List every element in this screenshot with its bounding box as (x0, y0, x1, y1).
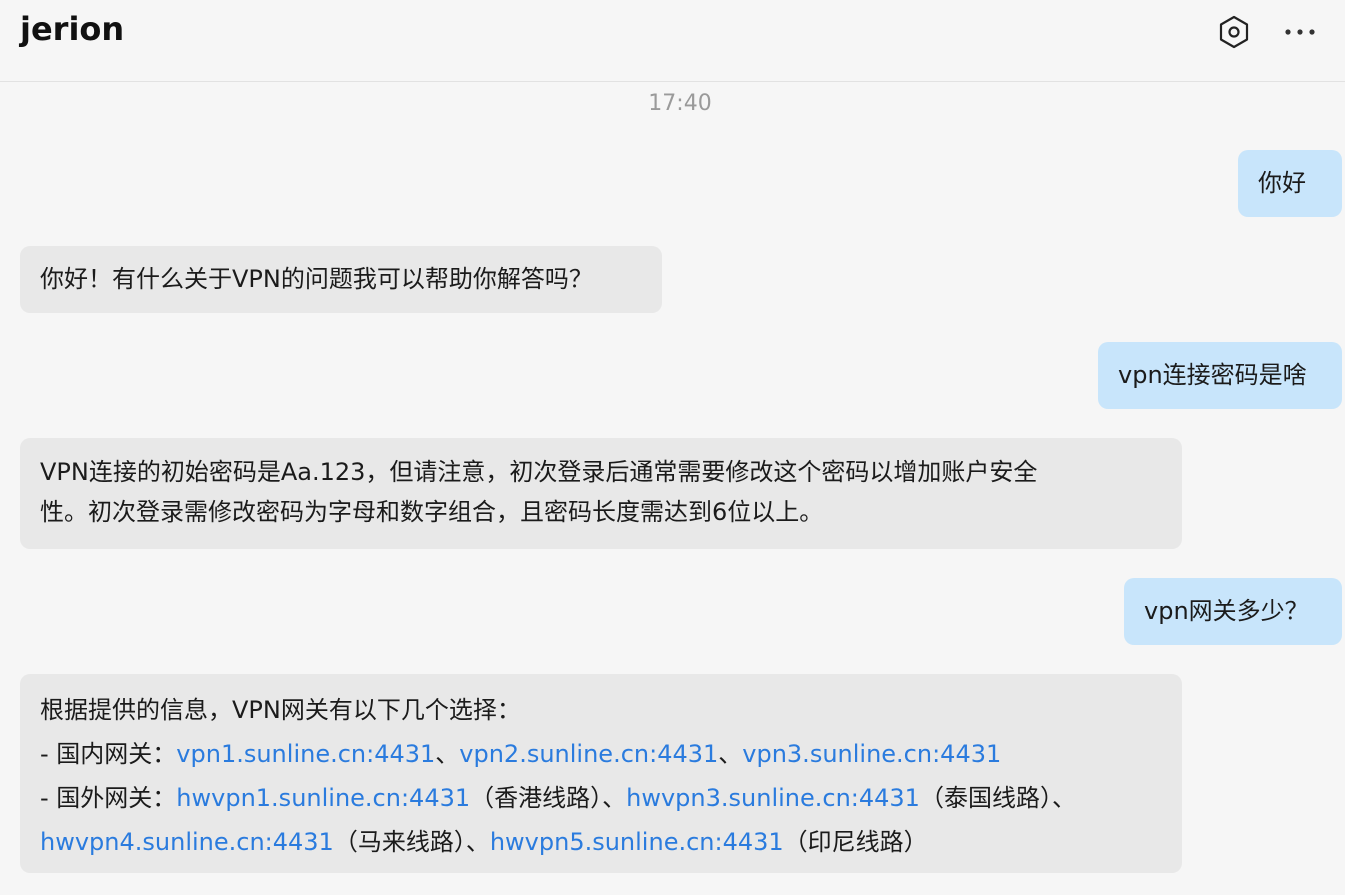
assistant-message-line: VPN连接的初始密码是Aa.123，但请注意，初次登录后通常需要修改这个密码以增… (40, 458, 1038, 486)
chat-title: jerion (20, 10, 125, 48)
gateway-link[interactable]: vpn1.sunline.cn:4431 (176, 740, 435, 768)
separator: 、 (602, 784, 627, 812)
settings-button[interactable] (1214, 12, 1254, 52)
separator: 、 (718, 740, 743, 768)
more-icon (1285, 29, 1315, 35)
separator: 、 (1051, 784, 1076, 812)
assistant-message-bubble: 根据提供的信息，VPN网关有以下几个选择： - 国内网关：vpn1.sunlin… (20, 674, 1182, 873)
user-message-text: 你好 (1258, 169, 1306, 197)
user-message-bubble: vpn网关多少？ (1124, 578, 1342, 645)
gateway-note: （马来线路） (333, 828, 466, 856)
gateway-link[interactable]: hwvpn4.sunline.cn:4431 (40, 828, 334, 856)
separator: 、 (435, 740, 460, 768)
more-options-button[interactable] (1280, 12, 1320, 52)
gateway-note: （印尼线路） (783, 828, 928, 856)
gateway-note: （香港线路） (470, 784, 603, 812)
separator: 、 (465, 828, 490, 856)
gateway-link[interactable]: hwvpn3.sunline.cn:4431 (626, 784, 920, 812)
overseas-gateway-label: - 国外网关： (40, 784, 177, 812)
chat-header: jerion (0, 0, 1345, 82)
assistant-message-line: 性。初次登录需修改密码为字母和数字组合，且密码长度需达到6位以上。 (40, 498, 824, 526)
overseas-gateway-line: - 国外网关：hwvpn1.sunline.cn:4431（香港线路）、hwvp… (40, 776, 1162, 820)
assistant-message-text: 你好！有什么关于VPN的问题我可以帮助你解答吗？ (40, 265, 593, 293)
user-message-text: vpn网关多少？ (1144, 597, 1309, 625)
gateway-link[interactable]: hwvpn5.sunline.cn:4431 (490, 828, 784, 856)
domestic-gateway-label: - 国内网关： (40, 740, 177, 768)
user-message-bubble: 你好 (1238, 150, 1342, 217)
assistant-message-bubble: VPN连接的初始密码是Aa.123，但请注意，初次登录后通常需要修改这个密码以增… (20, 438, 1182, 549)
user-message-text: vpn连接密码是啥 (1118, 361, 1307, 389)
overseas-gateway-line-2: hwvpn4.sunline.cn:4431（马来线路）、hwvpn5.sunl… (40, 820, 1162, 864)
assistant-message-bubble: 你好！有什么关于VPN的问题我可以帮助你解答吗？ (20, 246, 662, 313)
user-message-bubble: vpn连接密码是啥 (1098, 342, 1342, 409)
message-timestamp: 17:40 (648, 91, 712, 116)
settings-icon (1219, 15, 1249, 49)
gateway-link[interactable]: hwvpn1.sunline.cn:4431 (176, 784, 470, 812)
gateway-intro: 根据提供的信息，VPN网关有以下几个选择： (40, 696, 521, 724)
gateway-note: （泰国线路） (919, 784, 1052, 812)
gateway-link[interactable]: vpn3.sunline.cn:4431 (742, 740, 1001, 768)
gateway-link[interactable]: vpn2.sunline.cn:4431 (459, 740, 718, 768)
domestic-gateway-line: - 国内网关：vpn1.sunline.cn:4431、vpn2.sunline… (40, 732, 1162, 776)
